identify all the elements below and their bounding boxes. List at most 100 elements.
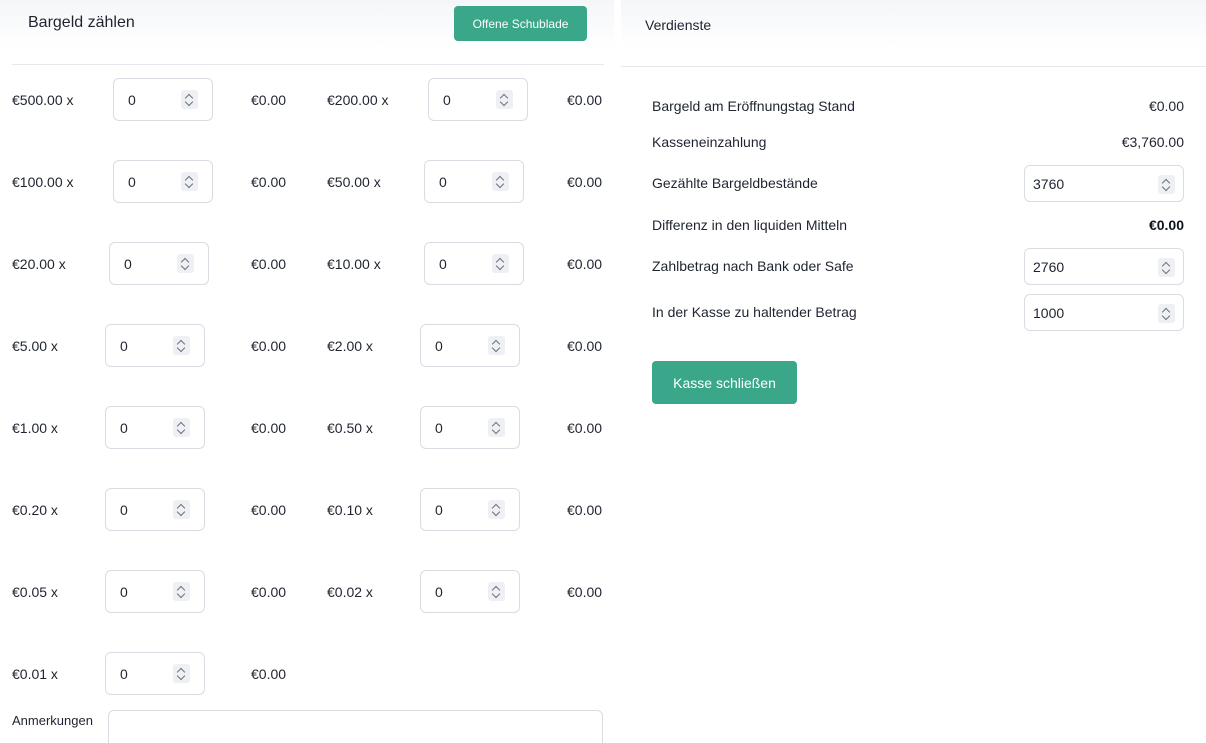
denomination-qty-input[interactable]: 0	[105, 570, 205, 613]
bank-transfer-input[interactable]: 2760	[1024, 248, 1184, 285]
spinner-arrows-icon[interactable]	[488, 336, 505, 355]
spinner-arrows-icon[interactable]	[181, 172, 198, 191]
denomination-label: €1.00 x	[12, 420, 58, 436]
denomination-qty-input[interactable]: 0	[420, 324, 520, 367]
spinner-arrows-icon[interactable]	[496, 90, 513, 109]
denomination-label: €20.00 x	[12, 256, 66, 272]
earnings-panel: Verdienste Bargeld am Eröffnungstag Stan…	[621, 0, 1206, 743]
denomination-qty-input[interactable]: 0	[424, 160, 524, 203]
bank-transfer-label: Zahlbetrag nach Bank oder Safe	[652, 258, 854, 274]
divider	[12, 64, 604, 65]
divider	[621, 66, 1206, 67]
qty-value: 0	[128, 92, 136, 108]
denomination-qty-input[interactable]: 0	[420, 488, 520, 531]
opening-cash-value: €0.00	[1148, 98, 1184, 114]
denomination-total: €0.00	[251, 338, 287, 354]
cash-payment-label: Kasseneinzahlung	[652, 134, 767, 150]
spinner-arrows-icon[interactable]	[1158, 304, 1175, 323]
denomination-label: €0.50 x	[327, 420, 373, 436]
qty-value: 0	[120, 502, 128, 518]
spinner-arrows-icon[interactable]	[488, 582, 505, 601]
denomination-label: €10.00 x	[327, 256, 381, 272]
close-register-button[interactable]: Kasse schließen	[652, 361, 797, 404]
spinner-arrows-icon[interactable]	[1158, 258, 1175, 277]
denomination-label: €50.00 x	[327, 174, 381, 190]
denomination-total: €0.00	[567, 256, 603, 272]
qty-value: 0	[435, 338, 443, 354]
qty-value: 0	[443, 92, 451, 108]
spinner-arrows-icon[interactable]	[173, 582, 190, 601]
denomination-total: €0.00	[567, 502, 603, 518]
denomination-total: €0.00	[251, 420, 287, 436]
qty-value: 0	[124, 256, 132, 272]
qty-value: 0	[435, 420, 443, 436]
denomination-qty-input[interactable]: 0	[428, 78, 528, 121]
qty-value: 0	[435, 584, 443, 600]
denomination-qty-input[interactable]: 0	[105, 406, 205, 449]
denomination-total: €0.00	[251, 256, 287, 272]
denomination-label: €100.00 x	[12, 174, 74, 190]
spinner-arrows-icon[interactable]	[488, 418, 505, 437]
denomination-qty-input[interactable]: 0	[105, 488, 205, 531]
spinner-arrows-icon[interactable]	[488, 500, 505, 519]
counted-cash-input[interactable]: 3760	[1024, 165, 1184, 202]
denomination-label: €200.00 x	[327, 92, 389, 108]
spinner-arrows-icon[interactable]	[177, 254, 194, 273]
spinner-arrows-icon[interactable]	[492, 172, 509, 191]
denomination-qty-input[interactable]: 0	[109, 242, 209, 285]
notes-textarea[interactable]	[108, 710, 603, 743]
denomination-total: €0.00	[567, 338, 603, 354]
qty-value: 0	[120, 584, 128, 600]
keep-in-drawer-input[interactable]: 1000	[1024, 294, 1184, 331]
qty-value: 0	[439, 174, 447, 190]
denomination-label: €2.00 x	[327, 338, 373, 354]
cash-count-title: Bargeld zählen	[28, 14, 135, 31]
qty-value: 0	[120, 666, 128, 682]
denomination-qty-input[interactable]: 0	[420, 570, 520, 613]
cash-payment-value: €3,760.00	[1121, 134, 1184, 150]
cash-count-header: Bargeld zählen Offene Schublade	[0, 0, 614, 48]
denomination-total: €0.00	[567, 584, 603, 600]
bank-transfer-value: 2760	[1033, 259, 1065, 275]
denomination-qty-input[interactable]: 0	[420, 406, 520, 449]
earnings-header: Verdienste	[621, 0, 1206, 48]
denomination-label: €0.05 x	[12, 584, 58, 600]
spinner-arrows-icon[interactable]	[173, 500, 190, 519]
denomination-label: €5.00 x	[12, 338, 58, 354]
difference-label: Differenz in den liquiden Mitteln	[652, 217, 848, 233]
denomination-total: €0.00	[251, 666, 287, 682]
spinner-arrows-icon[interactable]	[1158, 175, 1175, 194]
keep-in-drawer-value: 1000	[1033, 305, 1065, 321]
spinner-arrows-icon[interactable]	[492, 254, 509, 273]
qty-value: 0	[120, 420, 128, 436]
qty-value: 0	[435, 502, 443, 518]
earnings-title: Verdienste	[645, 17, 712, 33]
spinner-arrows-icon[interactable]	[181, 90, 198, 109]
counted-cash-label: Gezählte Bargeldbestände	[652, 175, 818, 191]
denomination-qty-input[interactable]: 0	[424, 242, 524, 285]
open-drawer-button[interactable]: Offene Schublade	[454, 6, 587, 41]
keep-in-drawer-label: In der Kasse zu haltender Betrag	[652, 304, 857, 320]
spinner-arrows-icon[interactable]	[173, 336, 190, 355]
denomination-label: €0.10 x	[327, 502, 373, 518]
qty-value: 0	[128, 174, 136, 190]
denomination-label: €0.01 x	[12, 666, 58, 682]
spinner-arrows-icon[interactable]	[173, 418, 190, 437]
qty-value: 0	[439, 256, 447, 272]
denomination-total: €0.00	[567, 174, 603, 190]
denomination-total: €0.00	[567, 92, 603, 108]
denomination-qty-input[interactable]: 0	[105, 324, 205, 367]
denomination-label: €500.00 x	[12, 92, 74, 108]
opening-cash-label: Bargeld am Eröffnungstag Stand	[652, 98, 855, 114]
difference-value: €0.00	[1148, 217, 1184, 233]
denomination-total: €0.00	[251, 584, 287, 600]
denomination-total: €0.00	[251, 174, 287, 190]
denomination-qty-input[interactable]: 0	[113, 160, 213, 203]
denomination-qty-input[interactable]: 0	[113, 78, 213, 121]
denomination-qty-input[interactable]: 0	[105, 652, 205, 695]
denomination-label: €0.20 x	[12, 502, 58, 518]
denomination-total: €0.00	[251, 92, 287, 108]
qty-value: 0	[120, 338, 128, 354]
denomination-label: €0.02 x	[327, 584, 373, 600]
spinner-arrows-icon[interactable]	[173, 664, 190, 683]
